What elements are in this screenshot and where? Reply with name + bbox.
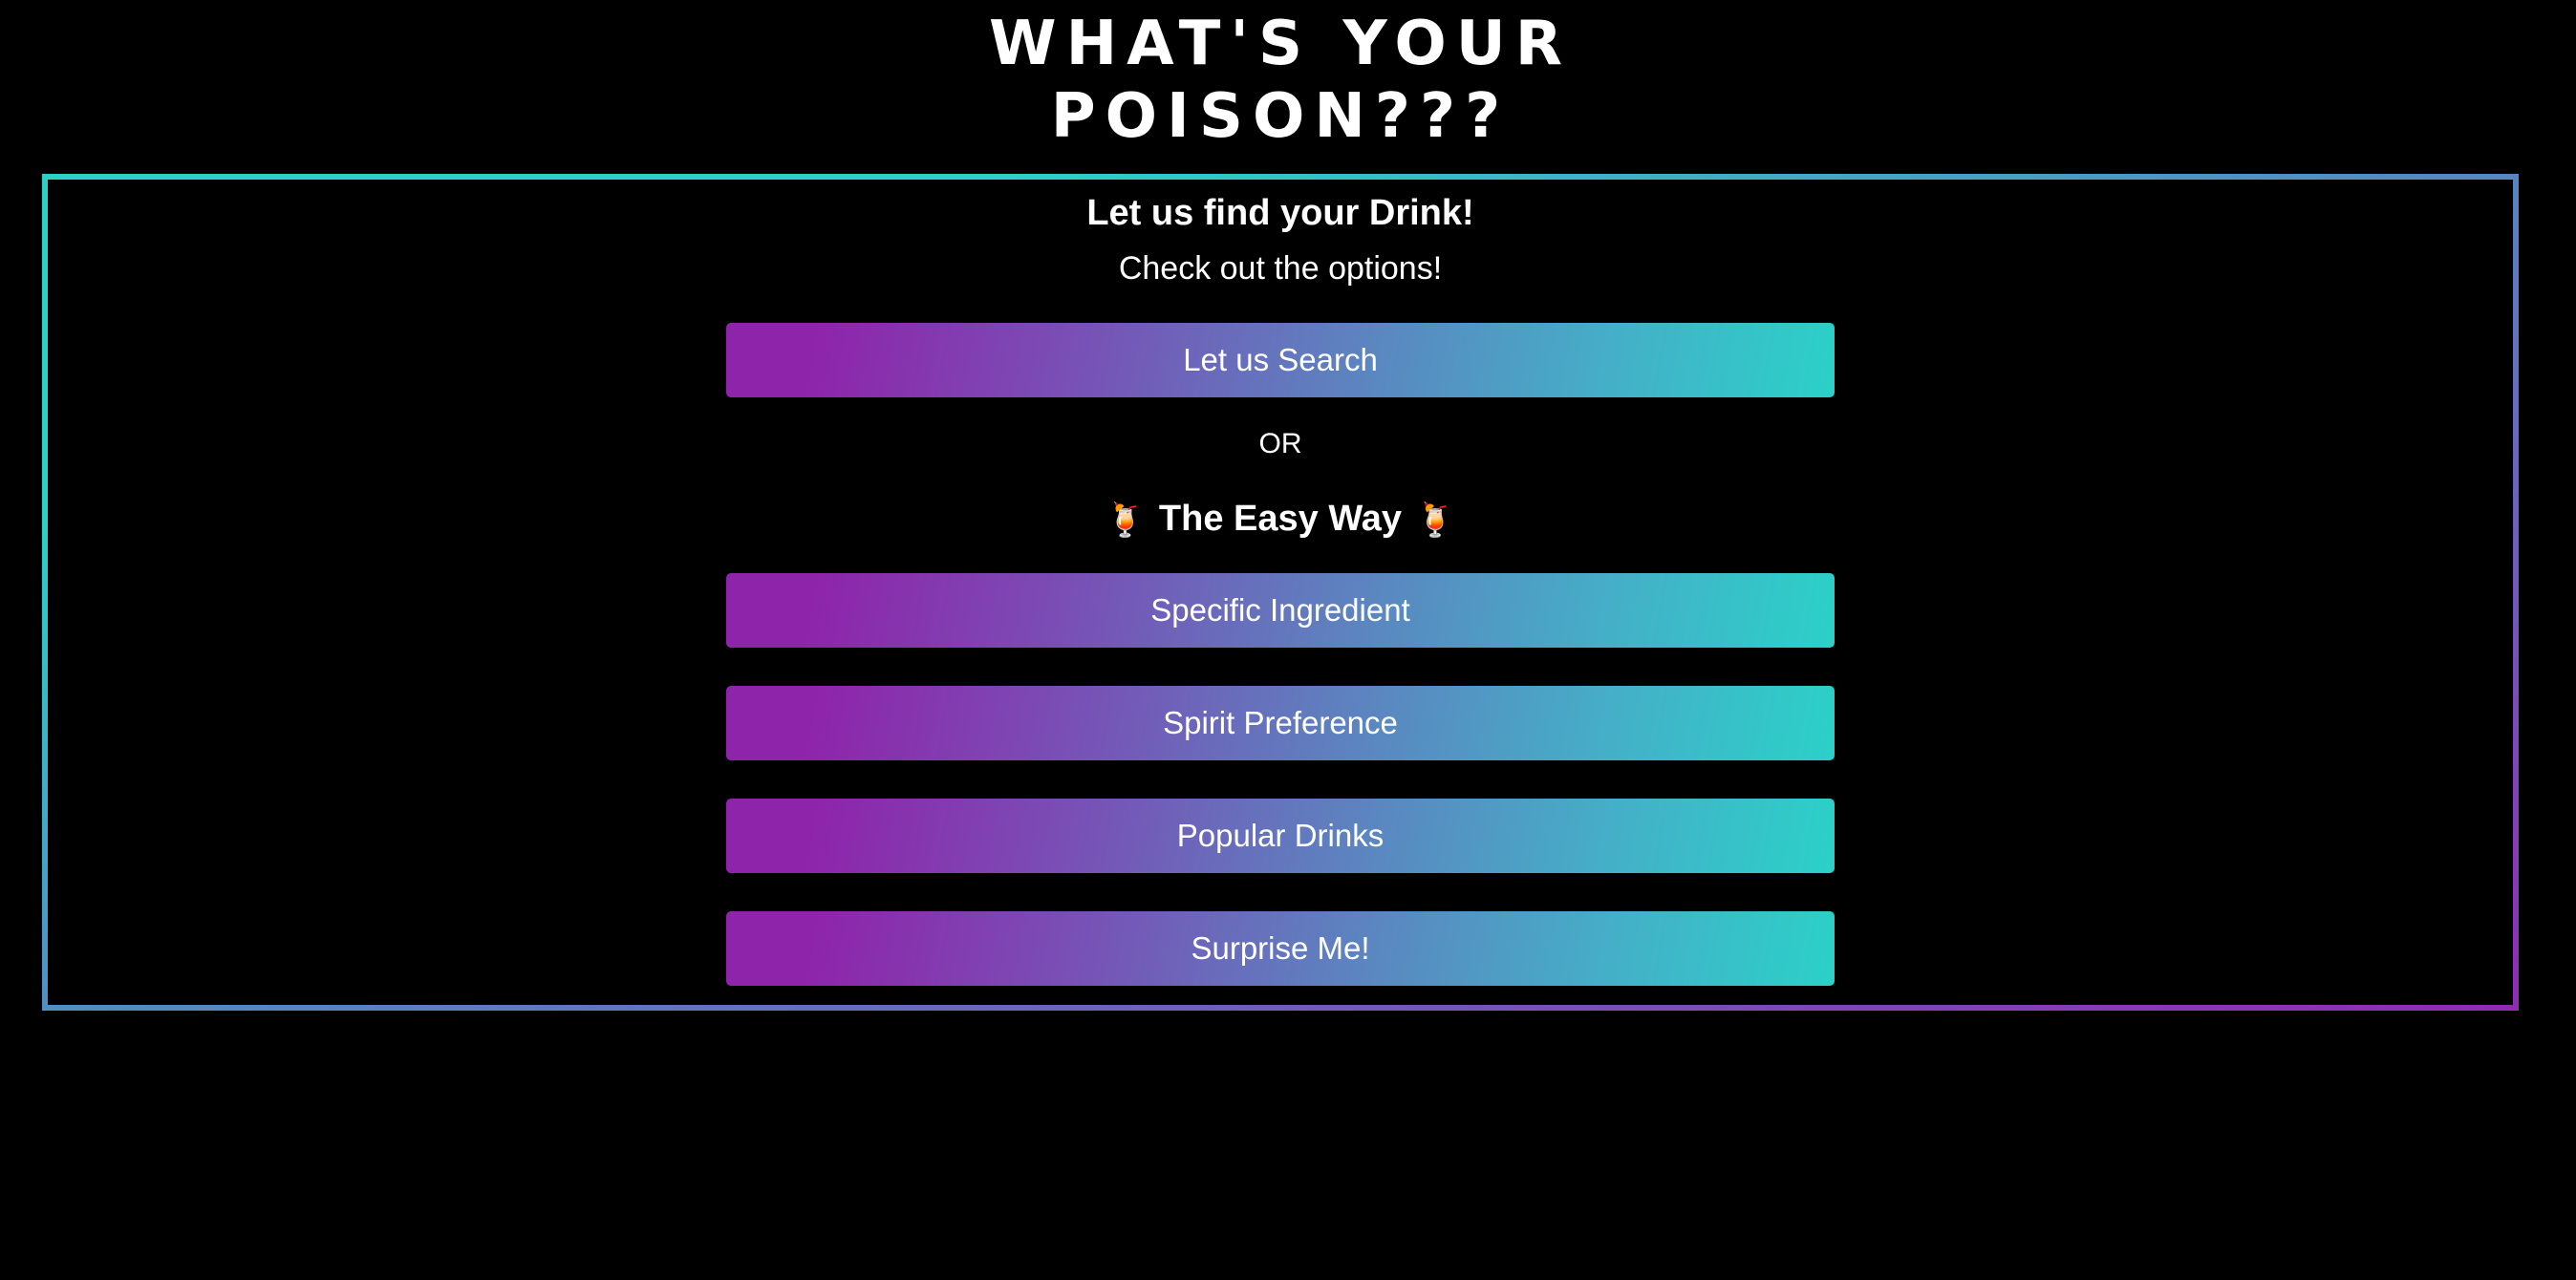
surprise-me-button[interactable]: Surprise Me! — [726, 911, 1835, 986]
panel-subheading: Check out the options! — [1118, 250, 1443, 287]
site-title: WHAT'S YOUR POISON??? — [0, 8, 2561, 153]
spirit-preference-button[interactable]: Spirit Preference — [726, 686, 1835, 760]
easy-way-label: The Easy Way — [1158, 499, 1403, 539]
panel-content: Let us find your Drink! Check out the op… — [48, 180, 2513, 1005]
tropical-drink-icon: 🍹 — [1415, 501, 1456, 539]
tropical-drink-icon: 🍹 — [1105, 501, 1146, 539]
site-title-line-2: POISON??? — [1050, 81, 1511, 152]
or-divider-text: OR — [1258, 428, 1302, 459]
easy-way-heading: 🍹 The Easy Way 🍹 — [48, 499, 2513, 540]
site-title-line-1: WHAT'S YOUR — [988, 9, 1573, 79]
popular-drinks-button[interactable]: Popular Drinks — [726, 799, 1835, 873]
panel-heading: Let us find your Drink! — [1086, 193, 1474, 233]
specific-ingredient-button[interactable]: Specific Ingredient — [726, 573, 1835, 648]
page: WHAT'S YOUR POISON??? Let us find your D… — [0, 0, 2576, 1280]
let-us-search-button[interactable]: Let us Search — [726, 323, 1835, 397]
gradient-border-panel: Let us find your Drink! Check out the op… — [42, 174, 2519, 1011]
